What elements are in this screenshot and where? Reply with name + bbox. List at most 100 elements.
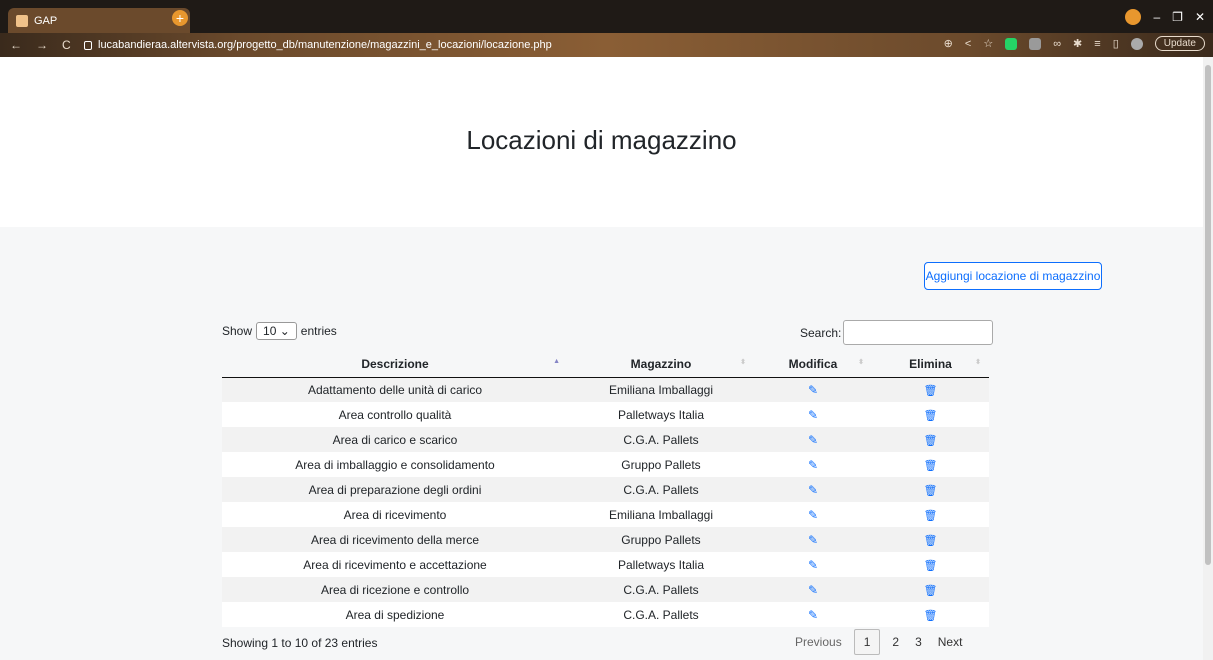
trash-icon[interactable]: 🗑 bbox=[924, 485, 938, 497]
trash-icon[interactable]: 🗑 bbox=[924, 435, 938, 447]
trash-icon[interactable]: 🗑 bbox=[924, 460, 938, 472]
cell-elimina: 🗑 bbox=[872, 452, 989, 477]
next-button[interactable]: Next bbox=[930, 629, 971, 655]
window-controls: – ❐ ✕ bbox=[1125, 9, 1205, 25]
cell-magazzino: Palletways Italia bbox=[568, 402, 754, 427]
page-title: Locazioni di magazzino bbox=[466, 125, 737, 155]
table-header-row: Descrizione ▲ Magazzino ⬍ Modifica ⬍ Elimin… bbox=[222, 352, 989, 378]
tab-search-icon[interactable] bbox=[1125, 9, 1142, 25]
table-row: Adattamento delle unità di carico Emilian… bbox=[222, 377, 989, 402]
edit-icon[interactable]: ✎ bbox=[808, 508, 818, 522]
trash-icon[interactable]: 🗑 bbox=[924, 385, 938, 397]
edit-icon[interactable]: ✎ bbox=[808, 558, 818, 572]
cell-modifica: ✎ bbox=[754, 427, 872, 452]
reading-list-icon[interactable]: ≡ bbox=[1094, 38, 1100, 50]
cell-descrizione: Area di preparazione degli ordini bbox=[222, 477, 568, 502]
back-icon[interactable]: ← bbox=[10, 38, 22, 52]
sort-icon: ⬍ bbox=[975, 359, 981, 366]
table-row: Area di ricevimento Emiliana Imballaggi ✎ 🗑 bbox=[222, 502, 989, 527]
minimize-icon[interactable]: – bbox=[1153, 10, 1160, 24]
tab-title: GAP bbox=[34, 14, 58, 27]
edit-icon[interactable]: ✎ bbox=[808, 533, 818, 547]
cell-descrizione: Area di ricevimento e accettazione bbox=[222, 552, 568, 577]
edit-icon[interactable]: ✎ bbox=[808, 383, 818, 397]
trash-icon[interactable]: 🗑 bbox=[924, 535, 938, 547]
cell-elimina: 🗑 bbox=[872, 552, 989, 577]
previous-button[interactable]: Previous bbox=[787, 629, 850, 655]
trash-icon[interactable]: 🗑 bbox=[924, 610, 938, 622]
puzzle-icon[interactable]: ✱ bbox=[1073, 37, 1082, 50]
forward-icon[interactable]: → bbox=[36, 38, 48, 52]
entries-select[interactable]: 10 ⌄ bbox=[256, 322, 297, 340]
cell-descrizione: Area di spedizione bbox=[222, 602, 568, 627]
locations-table: Descrizione ▲ Magazzino ⬍ Modifica ⬍ Elimin… bbox=[222, 352, 989, 627]
cell-modifica: ✎ bbox=[754, 552, 872, 577]
scrollbar-thumb[interactable] bbox=[1205, 65, 1211, 565]
header-elimina[interactable]: Elimina ⬍ bbox=[872, 352, 989, 378]
profile-avatar[interactable] bbox=[1130, 37, 1143, 50]
zoom-icon[interactable]: ⊕ bbox=[944, 37, 953, 50]
table-row: Area di ricezione e controllo C.G.A. Pall… bbox=[222, 577, 989, 602]
edit-icon[interactable]: ✎ bbox=[808, 433, 818, 447]
edit-icon[interactable]: ✎ bbox=[808, 608, 818, 622]
new-tab-button[interactable]: + bbox=[172, 10, 188, 26]
glasses-extension-icon[interactable]: ∞ bbox=[1053, 38, 1061, 50]
restore-icon[interactable]: ❐ bbox=[1172, 10, 1183, 24]
cell-descrizione: Area di ricevimento della merce bbox=[222, 527, 568, 552]
close-window-icon[interactable]: ✕ bbox=[1195, 10, 1205, 24]
cell-elimina: 🗑 bbox=[872, 577, 989, 602]
table-row: Area di carico e scarico C.G.A. Pallets ✎ 🗑 bbox=[222, 427, 989, 452]
lock-icon bbox=[84, 40, 92, 50]
browser-tab[interactable]: GAP × bbox=[8, 8, 190, 33]
whatsapp-extension-icon[interactable] bbox=[1005, 37, 1018, 50]
table-row: Area di preparazione degli ordini C.G.A. … bbox=[222, 477, 989, 502]
cell-modifica: ✎ bbox=[754, 377, 872, 402]
address-bar[interactable]: lucabandieraa.altervista.org/progetto_db… bbox=[84, 35, 552, 55]
sort-icon: ⬍ bbox=[740, 359, 746, 366]
header-modifica[interactable]: Modifica ⬍ bbox=[754, 352, 872, 378]
cell-descrizione: Area di ricevimento bbox=[222, 502, 568, 527]
cell-elimina: 🗑 bbox=[872, 527, 989, 552]
edit-icon[interactable]: ✎ bbox=[808, 583, 818, 597]
cell-descrizione: Area di carico e scarico bbox=[222, 427, 568, 452]
trash-icon[interactable]: 🗑 bbox=[924, 410, 938, 422]
cell-modifica: ✎ bbox=[754, 477, 872, 502]
share-icon[interactable]: < bbox=[965, 38, 971, 50]
bookmark-star-icon[interactable]: ☆ bbox=[983, 37, 993, 50]
scrollbar[interactable] bbox=[1203, 57, 1213, 660]
trash-icon[interactable]: 🗑 bbox=[924, 585, 938, 597]
update-button[interactable]: Update bbox=[1154, 36, 1205, 51]
side-panel-icon[interactable]: ▯ bbox=[1113, 37, 1119, 50]
table-row: Area di ricevimento e accettazione Pallet… bbox=[222, 552, 989, 577]
cell-modifica: ✎ bbox=[754, 602, 872, 627]
add-location-button[interactable]: Aggiungi locazione di magazzino bbox=[924, 262, 1102, 290]
cell-descrizione: Area di ricezione e controllo bbox=[222, 577, 568, 602]
reload-icon[interactable]: C bbox=[62, 38, 71, 52]
table-row: Area di spedizione C.G.A. Pallets ✎ 🗑 bbox=[222, 602, 989, 627]
page-button-3[interactable]: 3 bbox=[907, 629, 930, 655]
cell-magazzino: Palletways Italia bbox=[568, 552, 754, 577]
edit-icon[interactable]: ✎ bbox=[808, 458, 818, 472]
trash-icon[interactable]: 🗑 bbox=[924, 560, 938, 572]
cell-elimina: 🗑 bbox=[872, 427, 989, 452]
header-descrizione[interactable]: Descrizione ▲ bbox=[222, 352, 568, 378]
cell-magazzino: Gruppo Pallets bbox=[568, 452, 754, 477]
tab-bar: GAP × + – ❐ ✕ bbox=[0, 0, 1213, 33]
cell-elimina: 🗑 bbox=[872, 377, 989, 402]
trash-icon[interactable]: 🗑 bbox=[924, 510, 938, 522]
page-button-2[interactable]: 2 bbox=[884, 629, 907, 655]
page-button-1[interactable]: 1 bbox=[853, 629, 881, 655]
show-label: Show bbox=[222, 324, 253, 338]
cell-modifica: ✎ bbox=[754, 527, 872, 552]
cell-descrizione: Adattamento delle unità di carico bbox=[222, 377, 568, 402]
cell-elimina: 🗑 bbox=[872, 477, 989, 502]
cell-magazzino: C.G.A. Pallets bbox=[568, 477, 754, 502]
edit-icon[interactable]: ✎ bbox=[808, 483, 818, 497]
header-magazzino[interactable]: Magazzino ⬍ bbox=[568, 352, 754, 378]
cell-magazzino: C.G.A. Pallets bbox=[568, 577, 754, 602]
search-input[interactable] bbox=[843, 320, 994, 345]
table-row: Area di imballaggio e consolidamento Grup… bbox=[222, 452, 989, 477]
extension-icon[interactable] bbox=[1029, 37, 1042, 50]
edit-icon[interactable]: ✎ bbox=[808, 408, 818, 422]
url-text: lucabandieraa.altervista.org/progetto_db… bbox=[98, 39, 552, 51]
